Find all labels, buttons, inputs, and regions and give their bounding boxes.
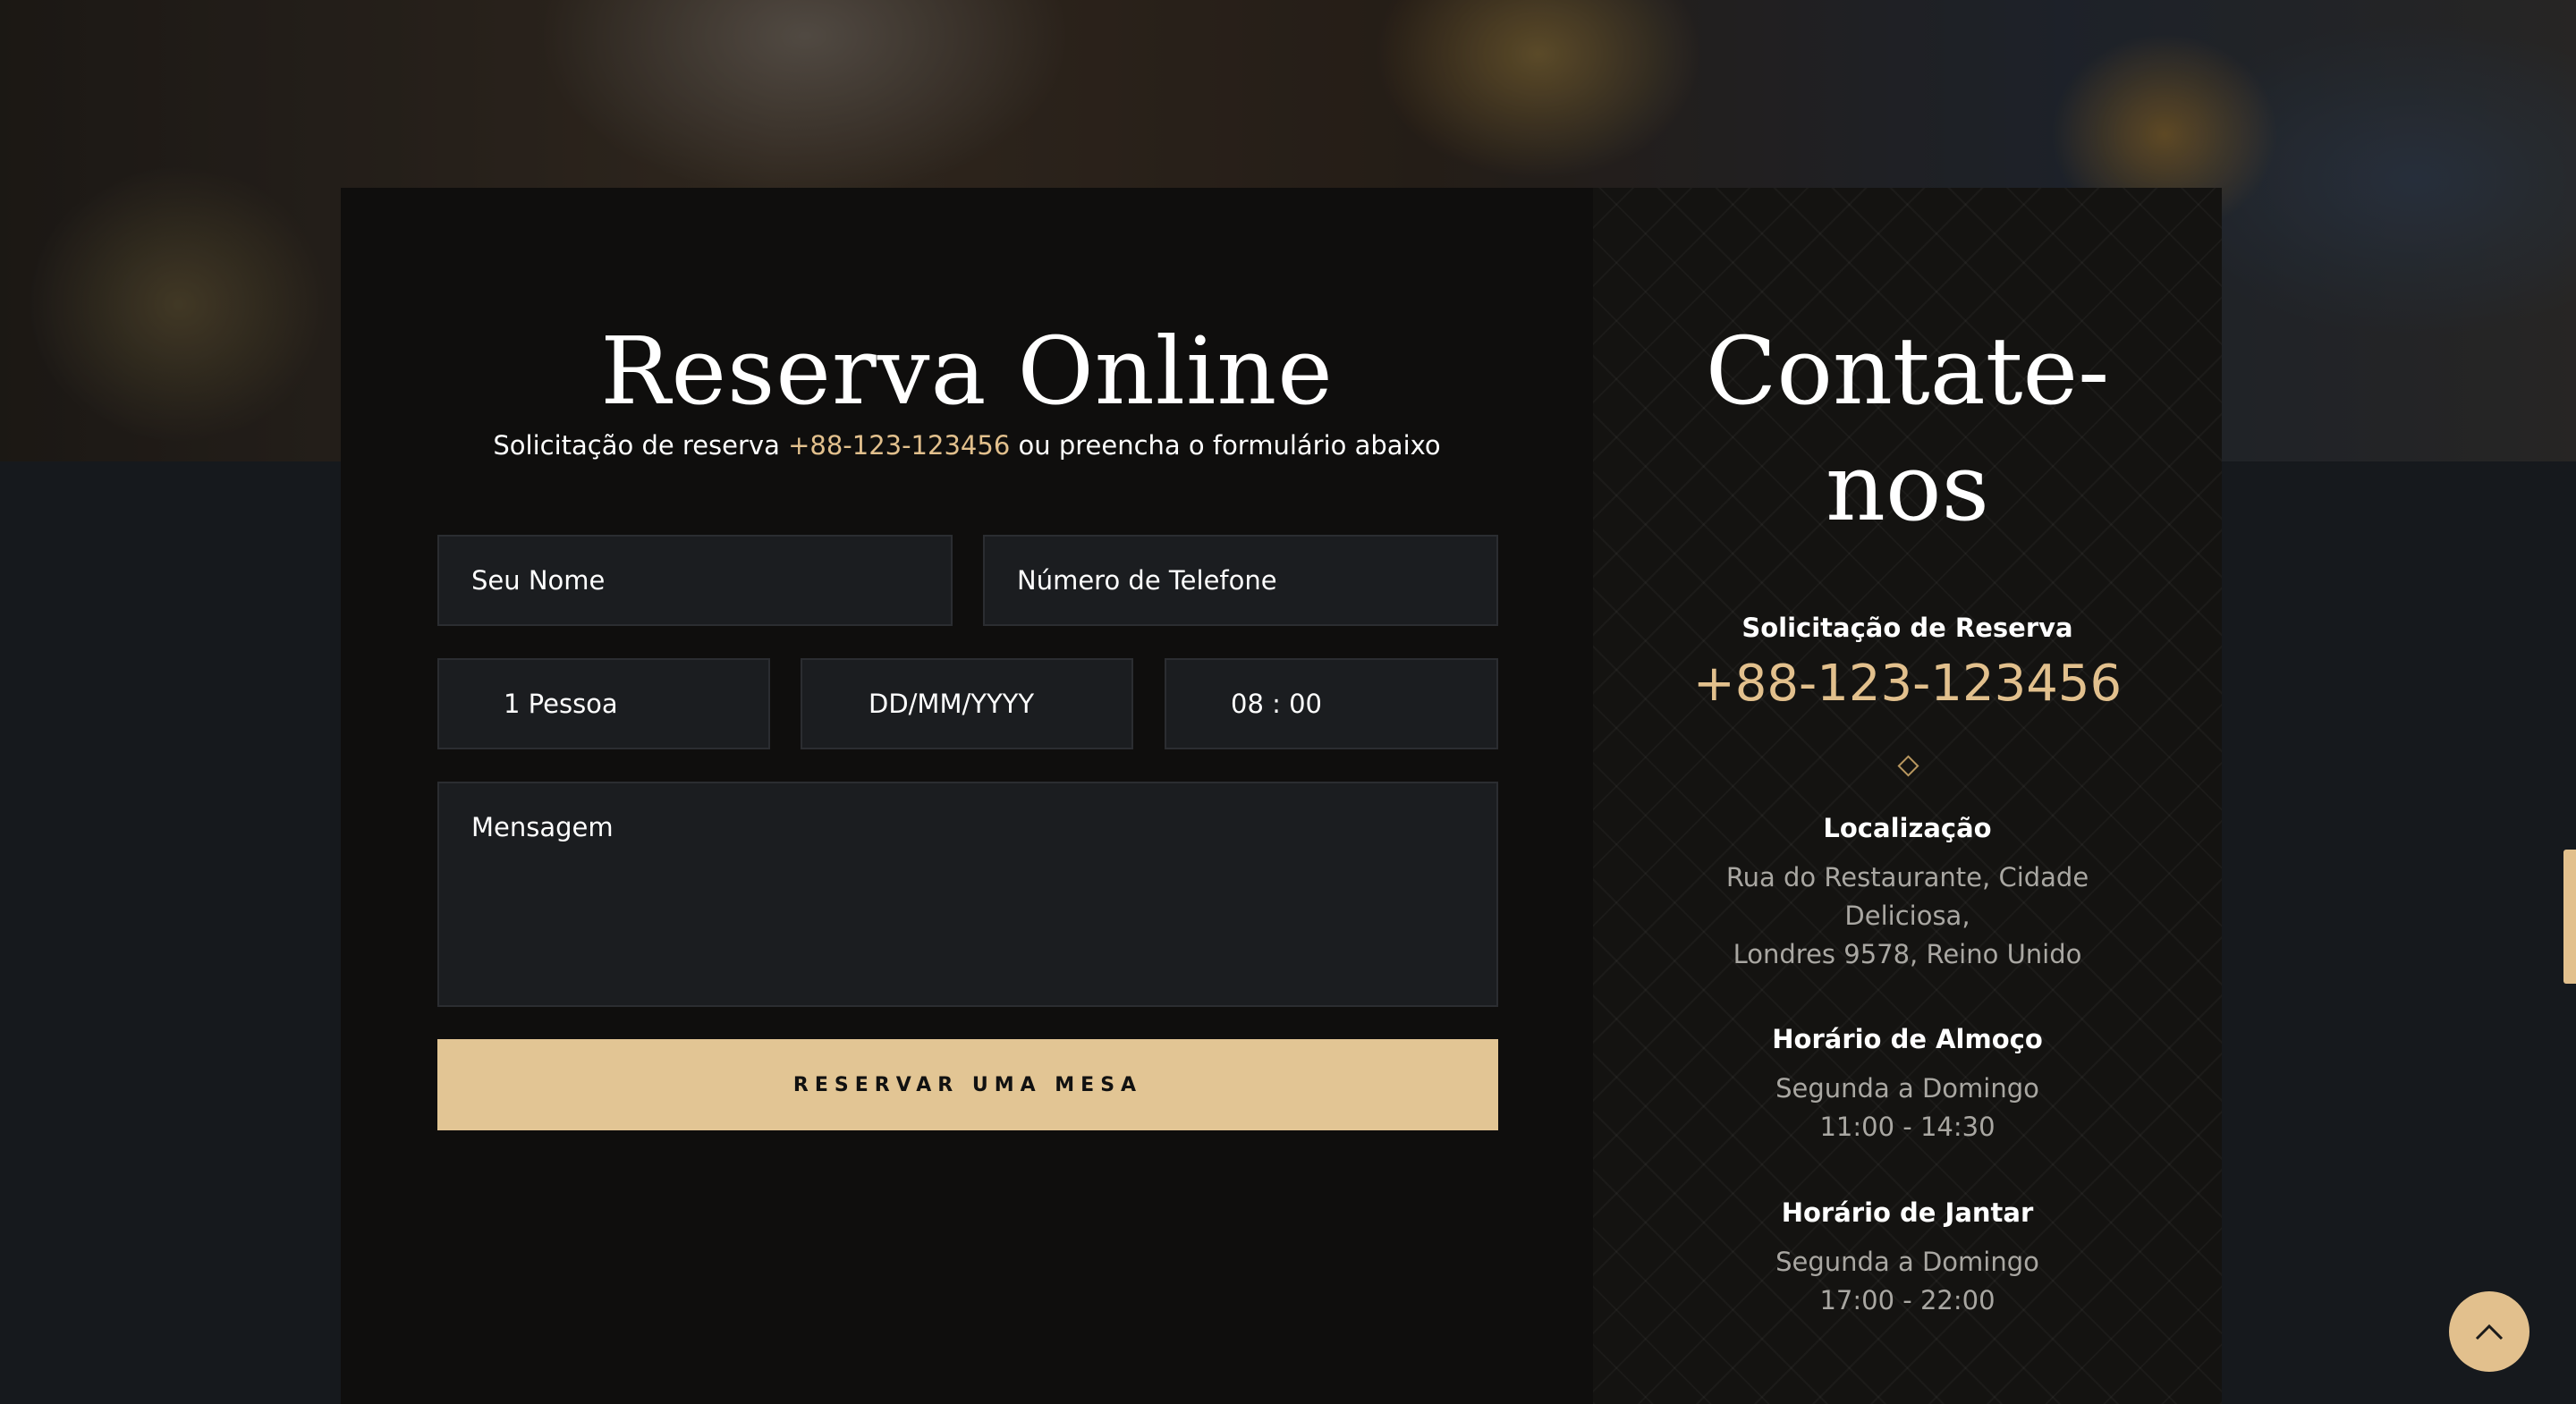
reservation-subtitle: Solicitação de reserva +88-123-123456 ou… [341,427,1593,463]
contact-panel: Contate- nos Solicitação de Reserva +88-… [1593,188,2222,1404]
contact-title-line1: Contate- [1705,317,2110,426]
message-textarea[interactable] [471,812,1464,973]
lunch-hours: 11:00 - 14:30 [1819,1112,1996,1142]
persons-select-value: 1 Pessoa [504,689,618,719]
chevron-up-icon [2475,1324,2504,1341]
booking-phone-link[interactable]: +88-123-123456 [1593,653,2222,715]
reserve-table-button[interactable]: RESERVAR UMA MESA [437,1039,1498,1130]
subtitle-prefix: Solicitação de reserva [493,430,789,461]
back-to-top-button[interactable] [2449,1291,2529,1372]
reservation-form-panel: Reserva Online Solicitação de reserva +8… [341,188,1593,1404]
name-input[interactable] [471,565,919,596]
location-line: Londres 9578, Reino Unido [1733,939,2082,969]
location-block: Localização Rua do Restaurante, Cidade D… [1593,810,2222,974]
location-line: Deliciosa, [1844,901,1970,931]
lunch-hours-block: Horário de Almoço Segunda a Domingo 11:0… [1593,1021,2222,1146]
name-field[interactable] [437,535,953,626]
message-field[interactable] [437,782,1498,1007]
persons-select[interactable]: 1 Pessoa [437,658,770,749]
location-line: Rua do Restaurante, Cidade [1725,862,2089,892]
booking-heading: Solicitação de Reserva [1741,613,2073,643]
time-select[interactable]: 08 : 00 [1165,658,1498,749]
date-field[interactable] [801,658,1133,749]
time-select-value: 08 : 00 [1231,689,1323,719]
location-heading: Localização [1823,813,1992,843]
dinner-heading: Horário de Jantar [1781,1197,2034,1228]
subtitle-suffix: ou preencha o formulário abaixo [1010,430,1441,461]
reservation-title: Reserva Online [600,317,1334,426]
date-input[interactable] [869,689,1099,719]
booking-block: Solicitação de Reserva +88-123-123456 [1593,610,2222,715]
lunch-days: Segunda a Domingo [1775,1073,2039,1104]
subtitle-phone-link[interactable]: +88-123-123456 [788,430,1010,461]
dinner-days: Segunda a Domingo [1775,1247,2039,1277]
lunch-heading: Horário de Almoço [1772,1024,2043,1054]
phone-field[interactable] [983,535,1498,626]
contact-title: Contate- nos [1593,313,2222,546]
diamond-icon [1896,755,1919,777]
scrollbar-thumb[interactable] [2563,850,2576,984]
dinner-hours: 17:00 - 22:00 [1819,1285,1996,1315]
contact-title-line2: nos [1826,433,1989,542]
phone-input[interactable] [1017,565,1464,596]
dinner-hours-block: Horário de Jantar Segunda a Domingo 17:0… [1593,1195,2222,1320]
